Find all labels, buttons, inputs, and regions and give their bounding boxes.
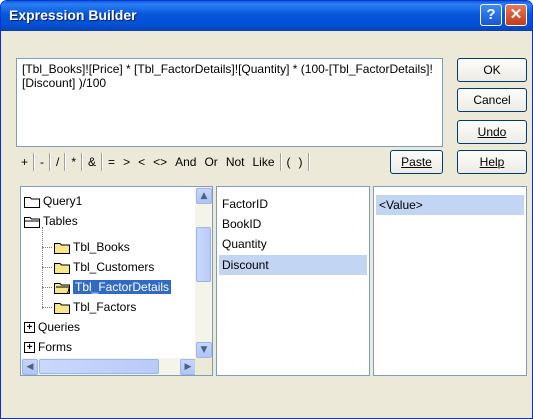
object-tree-panel[interactable]: Query1 Tables Tbl_Books Tbl_Customers Tb… [20, 186, 213, 376]
title-help-button[interactable]: ? [480, 4, 502, 26]
operator-greater-button[interactable]: > [119, 153, 134, 171]
cancel-button[interactable]: Cancel [457, 88, 527, 112]
operator-equals-button[interactable]: = [104, 153, 119, 171]
undo-button[interactable]: Undo [457, 120, 527, 144]
tree-horizontal-scrollbar[interactable]: ◀ ▶ [21, 358, 197, 375]
folder-icon [24, 196, 40, 208]
value-item[interactable]: <Value> [376, 195, 524, 215]
operator-toolbar: + - / * & = > < <> And Or Not Like ( ) [17, 152, 311, 172]
separator [64, 153, 67, 171]
help-button[interactable]: Help [457, 150, 527, 174]
help-label: Help [479, 155, 505, 169]
operator-ampersand-button[interactable]: & [84, 153, 100, 171]
folder-open-icon [24, 216, 40, 228]
tree-item-tbl-customers[interactable]: Tbl_Customers [54, 257, 154, 277]
operator-divide-button[interactable]: / [52, 153, 63, 171]
operator-open-paren-button[interactable]: ( [283, 153, 295, 171]
tree-line [42, 247, 52, 248]
tree-item-query1[interactable]: Query1 [24, 191, 82, 211]
field-item-bookid[interactable]: BookID [219, 214, 367, 234]
tree-item-tbl-factors[interactable]: Tbl_Factors [54, 297, 136, 317]
expand-plus-icon[interactable]: + [24, 342, 35, 354]
operator-minus-button[interactable]: - [36, 153, 48, 171]
scroll-thumb[interactable] [39, 359, 159, 374]
expression-textbox[interactable]: [Tbl_Books]![Price] * [Tbl_FactorDetails… [16, 58, 443, 147]
scroll-down-icon[interactable]: ▼ [196, 342, 212, 358]
separator [33, 153, 36, 171]
tree-item-tables[interactable]: Tables [24, 211, 78, 231]
tree-vertical-scrollbar[interactable]: ▲ ▼ [195, 187, 212, 359]
tree-item-forms[interactable]: + Forms [24, 337, 72, 357]
operator-less-button[interactable]: < [134, 153, 149, 171]
ok-button[interactable]: OK [457, 58, 527, 82]
fields-list-panel[interactable]: FactorID BookID Quantity Discount [216, 186, 370, 376]
operator-or-button[interactable]: Or [200, 153, 221, 171]
expression-builder-window: Expression Builder ? ✕ [Tbl_Books]![Pric… [0, 0, 533, 419]
window-title: Expression Builder [9, 7, 137, 23]
scroll-corner [195, 358, 212, 375]
tree-item-tbl-books[interactable]: Tbl_Books [54, 237, 130, 257]
tree-line [42, 267, 52, 268]
scroll-right-icon[interactable]: ▶ [180, 359, 196, 375]
title-bar[interactable]: Expression Builder ? ✕ [1, 1, 532, 31]
tree-item-label: Query1 [43, 194, 83, 208]
separator [101, 153, 104, 171]
paste-label: Paste [401, 155, 432, 169]
tree-line [42, 227, 43, 309]
folder-icon [54, 262, 70, 274]
paste-button[interactable]: Paste [390, 150, 443, 174]
field-item-quantity[interactable]: Quantity [219, 234, 367, 254]
tree-item-label: Tbl_Factors [73, 300, 137, 314]
scroll-thumb[interactable] [196, 227, 211, 282]
scroll-left-icon[interactable]: ◀ [22, 359, 38, 375]
operator-not-equal-button[interactable]: <> [149, 153, 171, 171]
values-list-panel[interactable]: <Value> [373, 186, 527, 376]
scroll-up-icon[interactable]: ▲ [196, 188, 212, 204]
tree-line [42, 287, 52, 288]
tree-item-tbl-factordetails[interactable]: Tbl_FactorDetails [54, 277, 172, 297]
tree-item-label: Queries [38, 320, 81, 334]
folder-icon [54, 302, 70, 314]
separator [279, 153, 282, 171]
tree-item-label: Forms [38, 340, 72, 354]
tree-item-label: Tbl_Customers [73, 260, 155, 274]
tree-item-label: Tables [43, 214, 78, 228]
operator-multiply-button[interactable]: * [67, 153, 80, 171]
operator-like-button[interactable]: Like [249, 153, 279, 171]
separator [81, 153, 84, 171]
tree-item-label: Tbl_FactorDetails [73, 280, 172, 294]
title-close-button[interactable]: ✕ [505, 4, 527, 26]
operator-and-button[interactable]: And [171, 153, 200, 171]
tree-line [42, 307, 52, 308]
undo-label: Undo [477, 125, 507, 139]
tree-item-label: Tbl_Books [73, 240, 130, 254]
expand-plus-icon[interactable]: + [24, 322, 35, 334]
operator-plus-button[interactable]: + [17, 153, 32, 171]
tree-item-queries[interactable]: + Queries [24, 317, 80, 337]
field-item-factorid[interactable]: FactorID [219, 194, 367, 214]
folder-open-icon [54, 282, 70, 294]
field-item-discount[interactable]: Discount [219, 255, 367, 275]
separator [49, 153, 52, 171]
separator [307, 153, 310, 171]
operator-close-paren-button[interactable]: ) [295, 153, 307, 171]
folder-icon [54, 242, 70, 254]
operator-not-button[interactable]: Not [222, 153, 249, 171]
